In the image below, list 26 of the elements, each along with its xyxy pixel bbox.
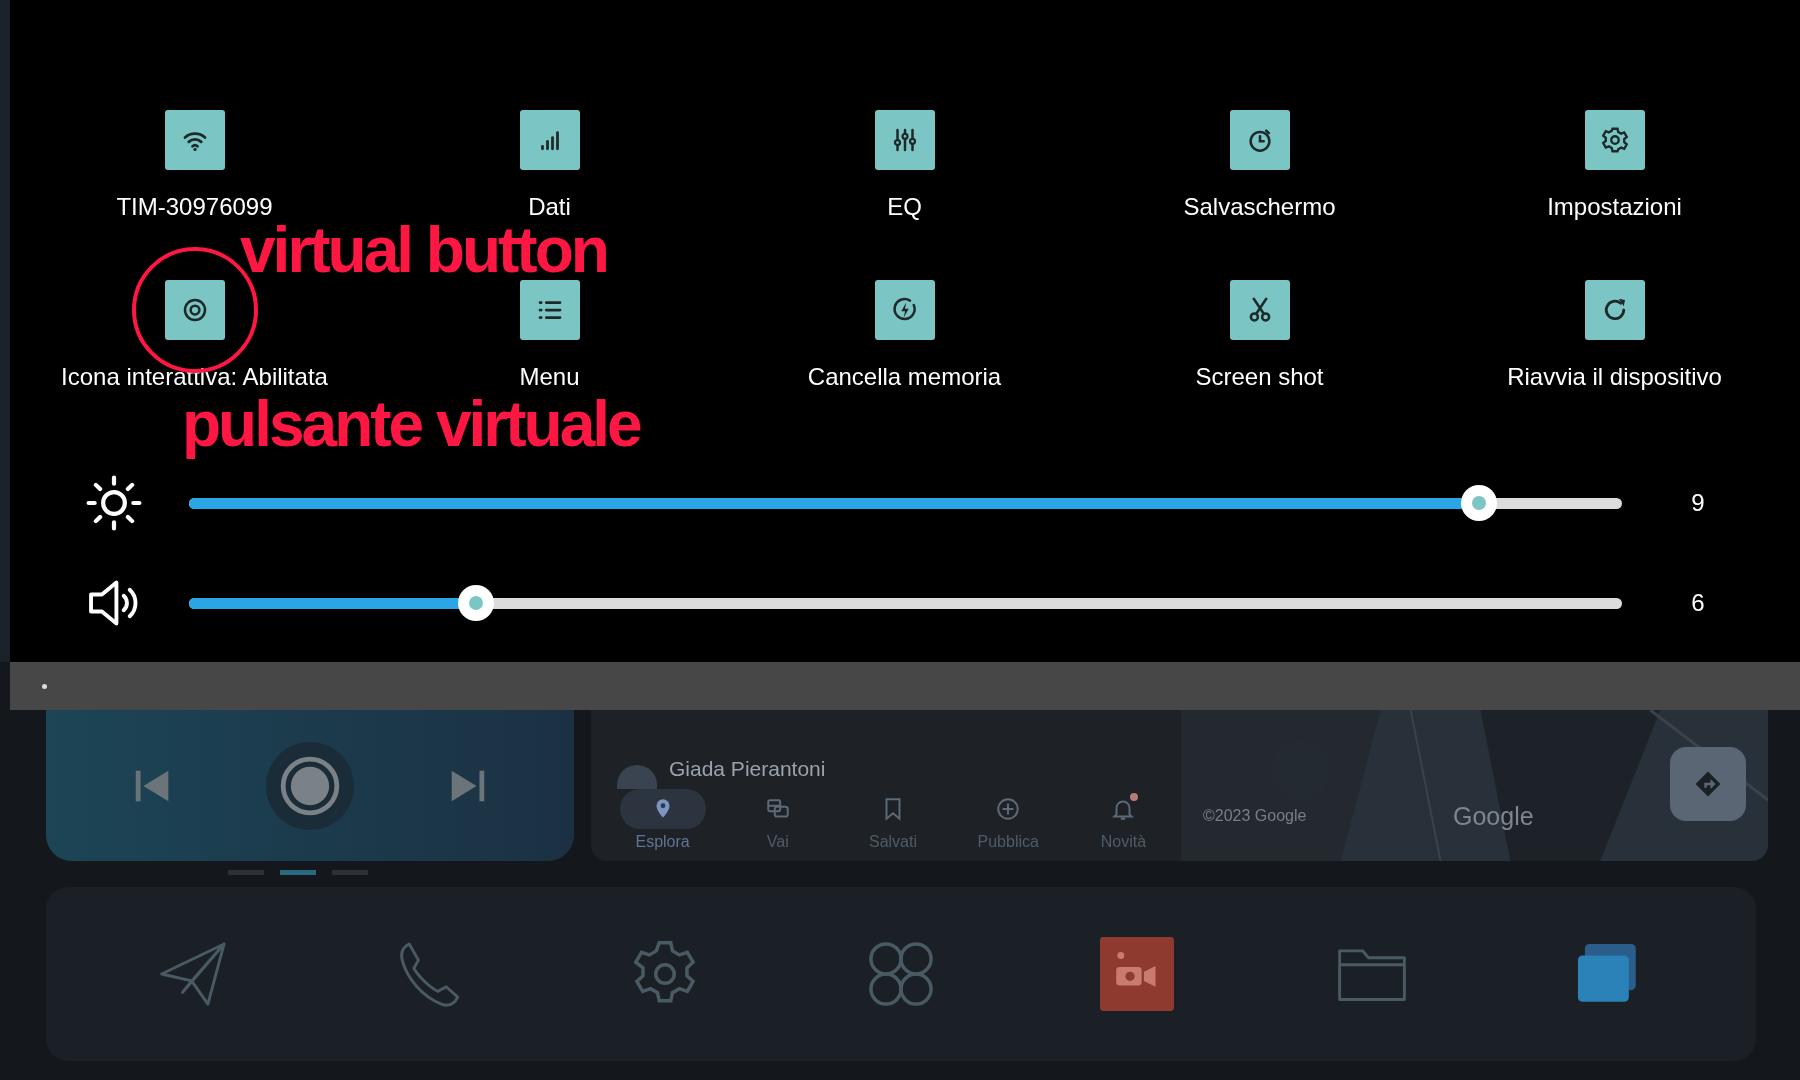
gear-icon — [1599, 125, 1630, 155]
brightness-icon — [85, 474, 143, 532]
slider-thumb[interactable] — [457, 585, 494, 621]
contact-name: Giada Pierantoni — [669, 757, 826, 781]
quick-tile[interactable]: Icona interattiva: Abilitata — [17, 280, 372, 391]
plus-icon — [995, 796, 1022, 822]
directions-button[interactable] — [1670, 747, 1746, 821]
volume-slider[interactable] — [189, 585, 1622, 621]
avatar — [617, 765, 657, 789]
slider-value: 6 — [1690, 589, 1706, 617]
quick-tile[interactable]: EQ — [727, 110, 1082, 221]
map-copyright: ©2023 Google — [1203, 807, 1307, 825]
directions-icon — [1693, 769, 1723, 799]
brightness-slider[interactable] — [189, 485, 1622, 521]
quick-tile[interactable]: Menu — [372, 280, 727, 391]
quick-tile[interactable]: Cancella memoria — [727, 280, 1082, 391]
map-logo: Google — [1453, 802, 1534, 831]
annotation-text: virtual button — [240, 223, 607, 278]
quick-tile[interactable]: Riavvia il dispositivo — [1437, 280, 1792, 391]
slider-thumb[interactable] — [1460, 485, 1497, 521]
quick-tile[interactable]: Screen shot — [1082, 280, 1437, 391]
quick-tile[interactable]: Impostazioni — [1437, 110, 1792, 221]
quick-tile[interactable]: TIM-30976099 — [17, 110, 372, 221]
quick-tile[interactable]: Salvaschermo — [1082, 110, 1437, 221]
slider-value: 9 — [1690, 489, 1706, 517]
quick-tile[interactable]: Dati — [372, 110, 727, 221]
